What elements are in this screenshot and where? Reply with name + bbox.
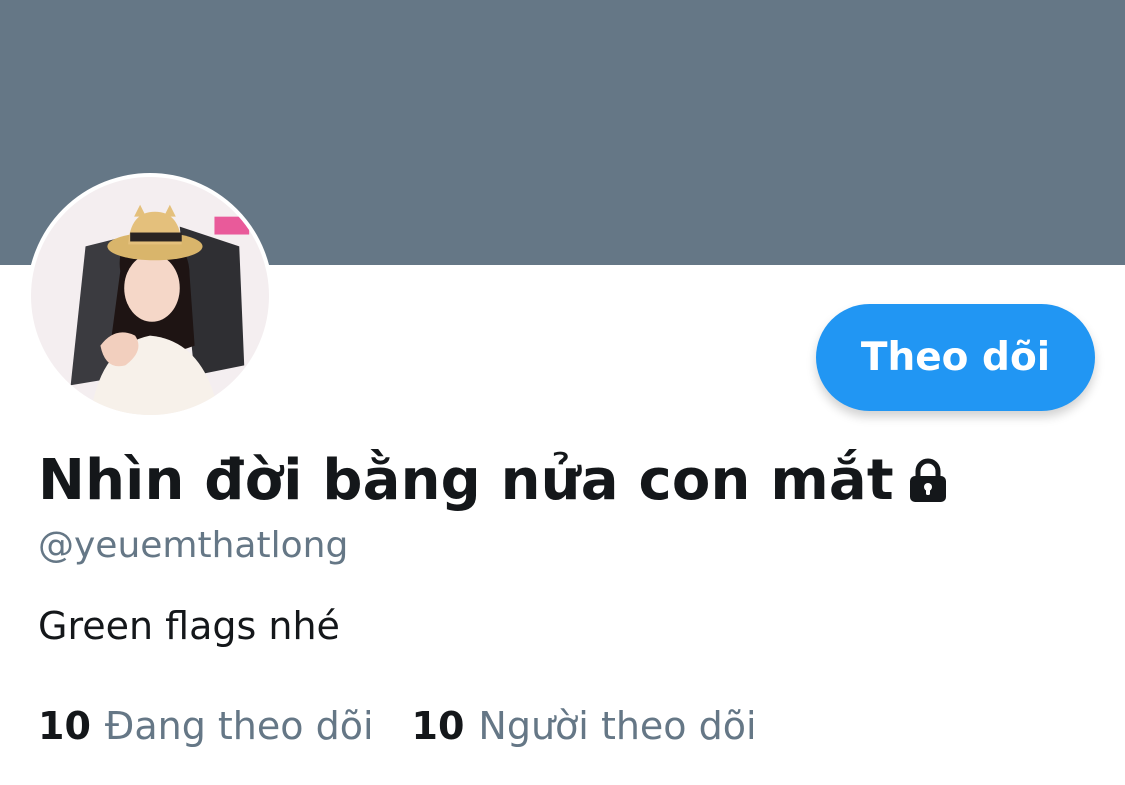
user-handle: @yeuemthatlong bbox=[38, 525, 349, 566]
profile-stats: 10 Đang theo dõi 10 Người theo dõi bbox=[38, 704, 757, 748]
followers-count: 10 bbox=[411, 704, 465, 748]
following-count: 10 bbox=[38, 704, 91, 748]
avatar[interactable] bbox=[27, 173, 273, 419]
display-name: Nhìn đời bằng nửa con mắt bbox=[38, 448, 894, 513]
lock-icon bbox=[904, 457, 952, 505]
followers-link[interactable]: 10 Người theo dõi bbox=[412, 704, 757, 748]
follow-button[interactable]: Theo dõi bbox=[816, 304, 1095, 411]
followers-label: Người theo dõi bbox=[478, 704, 757, 748]
following-label: Đang theo dõi bbox=[104, 704, 374, 748]
profile-bio: Green flags nhé bbox=[38, 604, 340, 648]
display-name-row: Nhìn đời bằng nửa con mắt bbox=[38, 448, 952, 513]
following-link[interactable]: 10 Đang theo dõi bbox=[38, 704, 374, 748]
